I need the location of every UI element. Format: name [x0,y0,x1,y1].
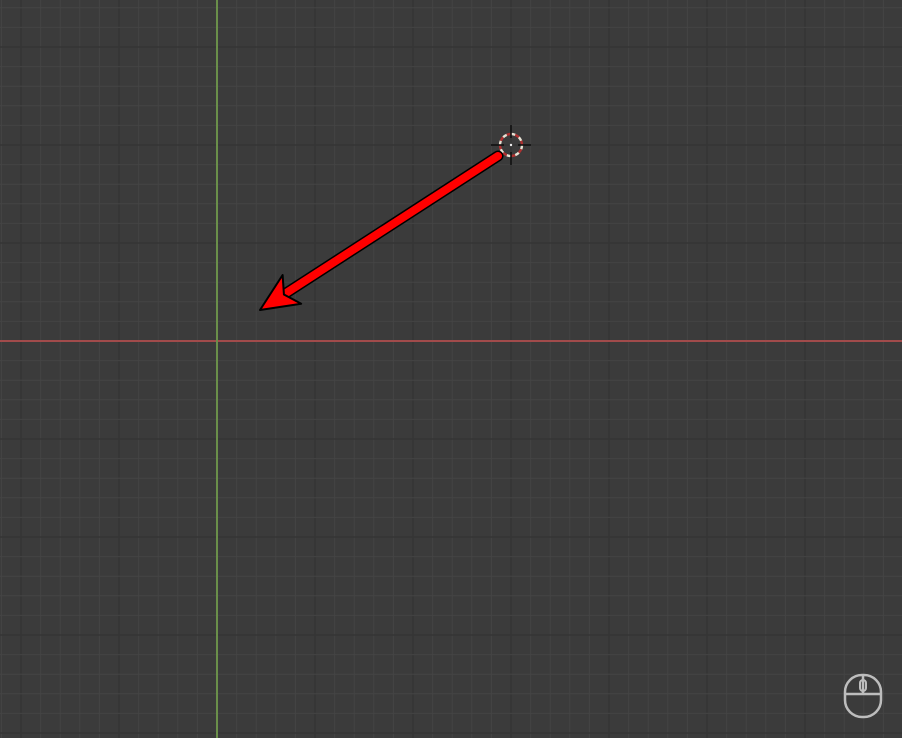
viewport-3d[interactable] [0,0,902,738]
mouse-icon [842,672,884,720]
grid [0,0,902,738]
